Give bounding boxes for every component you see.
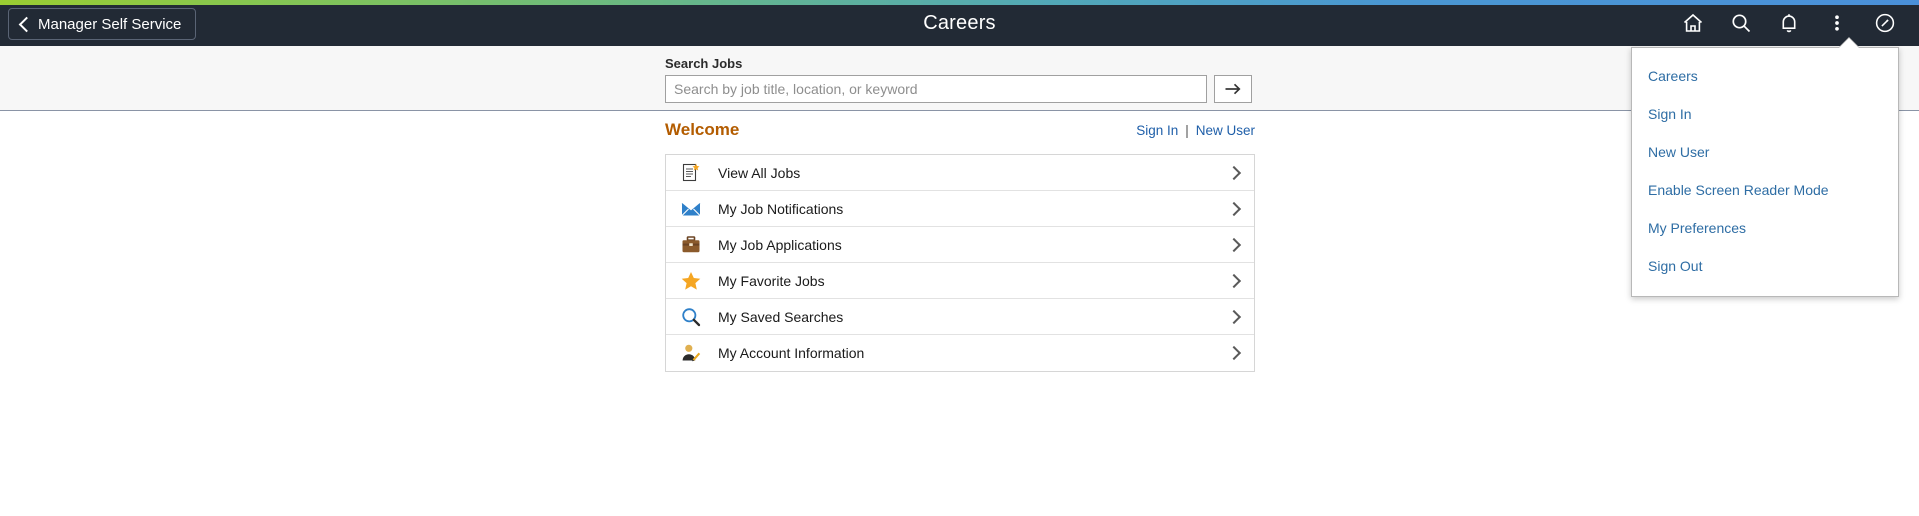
tile-label: My Account Information	[718, 345, 1228, 361]
chevron-right-icon	[1228, 311, 1240, 323]
tile-view-all-jobs[interactable]: View All Jobs	[666, 155, 1254, 191]
auth-links: Sign In | New User	[1136, 123, 1255, 138]
menu-item-enable-screen-reader-mode[interactable]: Enable Screen Reader Mode	[1632, 171, 1898, 209]
brand-accent-strip	[0, 0, 1919, 5]
tile-my-account-information[interactable]: My Account Information	[666, 335, 1254, 371]
tile-label: My Job Applications	[718, 237, 1228, 253]
tile-my-favorite-jobs[interactable]: My Favorite Jobs	[666, 263, 1254, 299]
tile-label: My Favorite Jobs	[718, 273, 1228, 289]
notifications-bell-icon[interactable]	[1765, 0, 1813, 46]
menu-item-careers[interactable]: Careers	[1632, 57, 1898, 95]
navigator-compass-icon[interactable]	[1861, 0, 1909, 46]
chevron-right-icon	[1228, 347, 1240, 359]
sign-in-link[interactable]: Sign In	[1136, 123, 1178, 138]
chevron-right-icon	[1228, 239, 1240, 251]
document-star-icon	[678, 161, 704, 185]
chevron-right-icon	[1228, 203, 1240, 215]
tile-label: View All Jobs	[718, 165, 1228, 181]
menu-item-sign-in[interactable]: Sign In	[1632, 95, 1898, 133]
tile-label: My Saved Searches	[718, 309, 1228, 325]
search-jobs-label: Search Jobs	[665, 56, 1265, 71]
envelope-icon	[678, 197, 704, 221]
actions-dropdown-menu: Careers Sign In New User Enable Screen R…	[1631, 47, 1899, 297]
star-icon	[678, 269, 704, 293]
new-user-link[interactable]: New User	[1196, 123, 1255, 138]
tile-my-job-notifications[interactable]: My Job Notifications	[666, 191, 1254, 227]
link-separator: |	[1185, 123, 1189, 138]
chevron-right-icon	[1228, 275, 1240, 287]
welcome-title: Welcome	[665, 120, 739, 140]
careers-page: Manager Self Service Careers	[0, 0, 1919, 516]
chevron-right-icon	[1228, 167, 1240, 179]
search-input[interactable]	[665, 75, 1207, 103]
top-navigation-bar: Manager Self Service Careers	[0, 0, 1919, 46]
topbar-icon-group	[1669, 0, 1909, 46]
search-icon[interactable]	[1717, 0, 1765, 46]
page-title-text: Careers	[923, 12, 996, 35]
tile-my-saved-searches[interactable]: My Saved Searches	[666, 299, 1254, 335]
careers-main-content: Welcome Sign In | New User View All Jobs	[665, 112, 1255, 372]
job-search-container: Search Jobs	[665, 56, 1265, 103]
person-pencil-icon	[678, 341, 704, 365]
careers-tile-list: View All Jobs My Job Notifications	[665, 154, 1255, 372]
search-submit-button[interactable]	[1214, 75, 1252, 103]
page-title: Careers	[0, 0, 1919, 46]
menu-item-my-preferences[interactable]: My Preferences	[1632, 209, 1898, 247]
home-icon[interactable]	[1669, 0, 1717, 46]
search-input-row	[665, 75, 1265, 103]
tile-my-job-applications[interactable]: My Job Applications	[666, 227, 1254, 263]
menu-item-new-user[interactable]: New User	[1632, 133, 1898, 171]
menu-item-sign-out[interactable]: Sign Out	[1632, 247, 1898, 285]
welcome-header-row: Welcome Sign In | New User	[665, 112, 1255, 140]
briefcase-icon	[678, 233, 704, 257]
tile-label: My Job Notifications	[718, 201, 1228, 217]
magnifier-icon	[678, 305, 704, 329]
